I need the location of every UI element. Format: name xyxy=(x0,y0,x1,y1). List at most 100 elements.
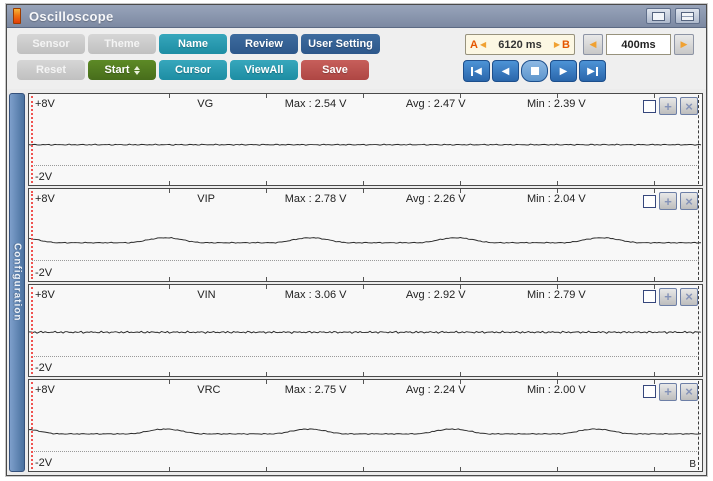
v-top-label: +8V xyxy=(35,98,55,110)
expand-channel-button[interactable]: + xyxy=(659,287,677,306)
cursor-b-label: B xyxy=(689,459,696,470)
channel-controls: + × xyxy=(643,382,698,401)
channel-min-stat: Min : 2.00 V xyxy=(527,383,586,396)
close-channel-button[interactable]: × xyxy=(680,97,698,115)
channel-checkbox[interactable] xyxy=(643,99,656,113)
channel-avg-stat: Avg : 2.26 V xyxy=(405,193,466,206)
skip-to-start-button[interactable]: ◀ xyxy=(463,60,490,82)
ab-range-box[interactable]: A ◀ 6120 ms ▶ B xyxy=(465,34,575,55)
channel-max-stat: Max : 2.54 V xyxy=(284,98,347,110)
updown-spinner-icon xyxy=(133,65,140,75)
v-bottom-label: -2V xyxy=(35,266,53,279)
channel-name: VG xyxy=(197,98,214,110)
restore-window-icon xyxy=(652,11,665,21)
ab-range-value: 6120 ms xyxy=(498,38,542,51)
channel-min-stat: Min : 2.39 V xyxy=(527,98,586,110)
v-top-label: +8V xyxy=(35,193,55,206)
titlebar[interactable]: Oscilloscope xyxy=(7,5,706,28)
zero-volt-gridline xyxy=(32,260,699,262)
channel-controls: + × xyxy=(643,287,698,306)
cursor-b-line[interactable] xyxy=(698,95,699,185)
scope-main-area: Configuration +8V -2V VG Max : 2.54 V Av… xyxy=(7,89,706,475)
interval-increase-button[interactable]: ▶ xyxy=(674,34,694,55)
channel-avg-stat: Avg : 2.47 V xyxy=(405,98,466,110)
name-button[interactable]: Name xyxy=(159,34,227,54)
channel-min-stat: Min : 2.04 V xyxy=(527,193,586,206)
v-top-label: +8V xyxy=(35,288,55,301)
configuration-tab[interactable]: Configuration xyxy=(9,93,25,472)
step-back-icon: ◀ xyxy=(501,65,510,77)
v-top-label: +8V xyxy=(35,383,55,396)
channel-stack: +8V -2V VG Max : 2.54 V Avg : 2.47 V Min… xyxy=(28,93,703,472)
step-forward-button[interactable]: ▶ xyxy=(550,60,577,82)
reset-button[interactable]: Reset xyxy=(17,60,85,80)
cursor-a-line[interactable] xyxy=(31,286,33,374)
skip-to-end-button[interactable]: ▶ xyxy=(579,60,606,82)
zero-volt-gridline xyxy=(32,165,699,166)
interval-decrease-button[interactable]: ◀ xyxy=(583,34,603,55)
configuration-tab-label: Configuration xyxy=(11,243,23,322)
close-channel-button[interactable]: × xyxy=(680,382,698,401)
restore-window-button[interactable] xyxy=(646,8,671,24)
time-ticks-bottom xyxy=(29,181,702,186)
cursor-a-line[interactable] xyxy=(31,96,33,184)
channel-checkbox[interactable] xyxy=(643,194,656,208)
cursor-b-line[interactable] xyxy=(698,380,699,470)
start-button[interactable]: Start xyxy=(88,60,156,80)
cursor-b-line[interactable] xyxy=(698,190,699,280)
expand-channel-button[interactable]: + xyxy=(659,382,677,401)
time-ticks-top xyxy=(29,284,702,289)
channel-avg-stat: Avg : 2.24 V xyxy=(405,383,466,396)
window-title: Oscilloscope xyxy=(29,8,114,24)
cursor-b-line[interactable] xyxy=(698,285,699,375)
waveform xyxy=(29,329,702,334)
time-ticks-top xyxy=(29,94,702,98)
time-ticks-bottom xyxy=(29,276,702,281)
viewall-button[interactable]: ViewAll xyxy=(230,60,298,80)
zero-volt-gridline xyxy=(32,355,699,357)
cursor-a-line[interactable] xyxy=(31,191,33,279)
expand-channel-button[interactable]: + xyxy=(659,192,677,211)
toolbar-row-1: Sensor Theme Name Review User Setting xyxy=(17,34,380,54)
channel-name: VRC xyxy=(197,383,221,396)
user-setting-button[interactable]: User Setting xyxy=(301,34,380,54)
close-channel-button[interactable]: × xyxy=(680,192,698,211)
theme-button[interactable]: Theme xyxy=(88,34,156,54)
stop-button[interactable] xyxy=(521,60,548,82)
channel-max-stat: Max : 2.75 V xyxy=(284,383,347,396)
cursor-a-badge: A xyxy=(470,38,478,51)
review-button[interactable]: Review xyxy=(230,34,298,54)
start-button-label: Start xyxy=(104,64,130,76)
channel-name: VIP xyxy=(197,193,215,206)
toolbar-row-2: Reset Start Cursor ViewAll Save xyxy=(17,60,369,80)
channel-panel: +8V -2V VIP Max : 2.78 V Avg : 2.26 V Mi… xyxy=(28,188,703,282)
expand-channel-button[interactable]: + xyxy=(659,97,677,115)
save-button[interactable]: Save xyxy=(301,60,369,80)
cursor-a-line[interactable] xyxy=(31,381,33,469)
v-bottom-label: -2V xyxy=(35,171,53,184)
channel-checkbox[interactable] xyxy=(643,290,656,303)
zero-volt-gridline xyxy=(32,450,699,452)
channel-max-stat: Max : 2.78 V xyxy=(284,193,347,206)
skip-end-arrow-icon: ▶ xyxy=(587,65,595,77)
interval-value: 400ms xyxy=(621,38,656,51)
channel-avg-stat: Avg : 2.92 V xyxy=(405,288,466,301)
v-bottom-label: -2V xyxy=(35,361,53,374)
channel-controls: + × xyxy=(643,97,698,115)
step-back-button[interactable]: ◀ xyxy=(492,60,519,82)
oscilloscope-window: Oscilloscope Sensor Theme Name Review Us… xyxy=(6,4,707,476)
sensor-button[interactable]: Sensor xyxy=(17,34,85,54)
maximize-window-icon xyxy=(681,11,694,21)
maximize-window-button[interactable] xyxy=(675,8,700,24)
channel-panel: +8V -2V VG Max : 2.54 V Avg : 2.47 V Min… xyxy=(28,93,703,187)
channel-controls: + × xyxy=(643,192,698,211)
close-channel-button[interactable]: × xyxy=(680,287,698,306)
cursor-button[interactable]: Cursor xyxy=(159,60,227,80)
cursor-b-badge: B xyxy=(562,38,570,51)
interval-value-box[interactable]: 400ms xyxy=(606,34,671,55)
skip-start-arrow-icon: ◀ xyxy=(474,65,482,77)
v-bottom-label: -2V xyxy=(35,457,53,469)
playback-controls: ◀ ◀ ▶ ▶ xyxy=(463,60,606,82)
channel-min-stat: Min : 2.79 V xyxy=(527,288,586,301)
channel-checkbox[interactable] xyxy=(643,385,656,399)
